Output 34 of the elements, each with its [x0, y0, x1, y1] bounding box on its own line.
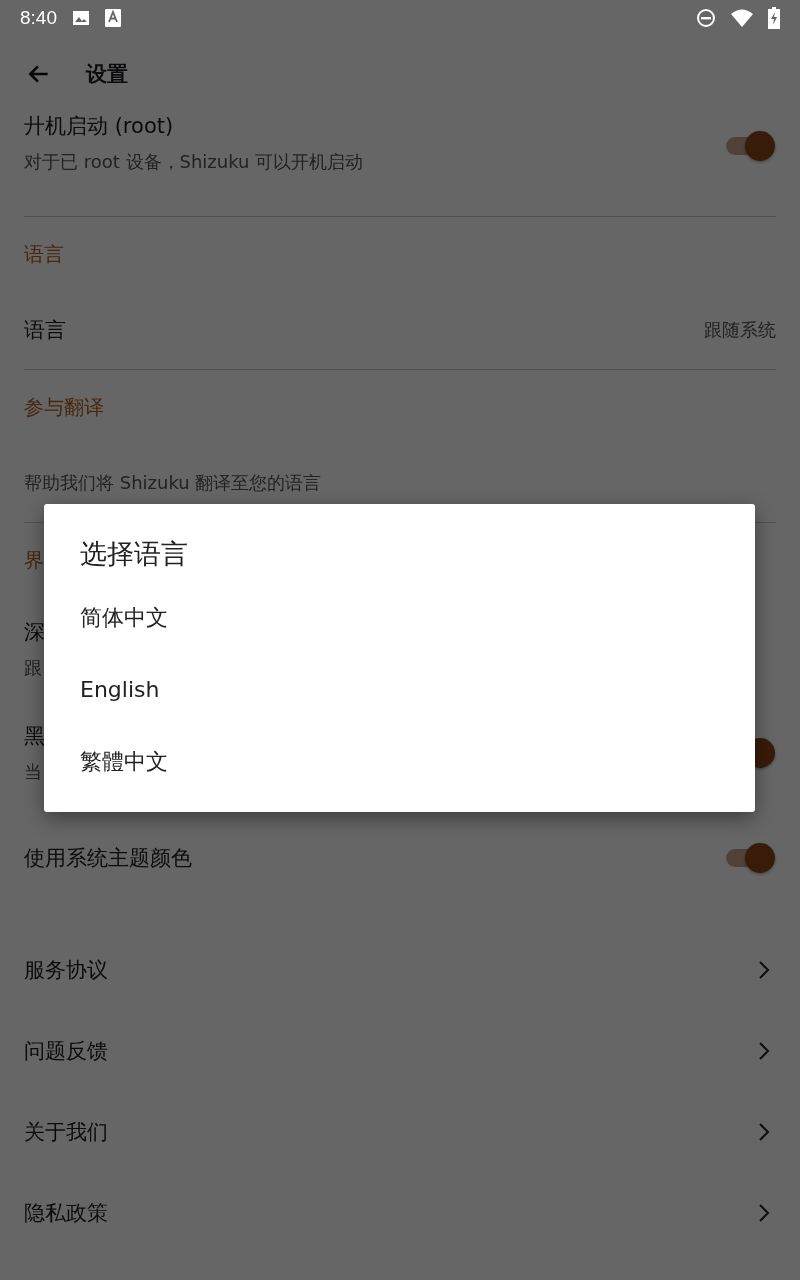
setting-summary: 帮助我们将 Shizuku 翻译至您的语言: [24, 471, 322, 495]
toggle-switch[interactable]: [724, 130, 776, 162]
section-heading: 界: [24, 546, 44, 574]
toggle-switch[interactable]: [724, 842, 776, 874]
setting-title[interactable]: 廾机启动 (root): [24, 112, 174, 140]
chevron-icon: [758, 959, 770, 980]
status-time: 8:40: [20, 7, 57, 29]
setting-title[interactable]: 语言: [24, 316, 66, 344]
setting-title[interactable]: 深: [24, 618, 45, 646]
setting-title[interactable]: 隐私政策: [24, 1198, 108, 1227]
toolbar-title: 设置: [86, 61, 128, 88]
setting-title[interactable]: 服务协议: [24, 955, 108, 984]
setting-title[interactable]: 关于我们: [24, 1117, 108, 1146]
setting-summary: 跟: [24, 656, 42, 680]
section-heading: 参与翻译: [24, 393, 104, 421]
do-not-disturb-icon: [696, 8, 716, 28]
chevron-icon: [758, 1040, 770, 1061]
font-icon: [105, 8, 121, 28]
setting-summary: 当: [24, 760, 42, 784]
setting-title[interactable]: 使用系统主题颜色: [24, 844, 192, 872]
image-icon: [71, 8, 91, 28]
setting-summary: 对于已 root 设备，Shizuku 可以开机启动: [24, 150, 364, 174]
language-option[interactable]: 繁體中文: [80, 730, 719, 802]
battery-icon: [768, 7, 780, 29]
wifi-icon: [730, 8, 754, 28]
chevron-icon: [758, 1202, 770, 1223]
language-option[interactable]: 简体中文: [80, 586, 719, 658]
setting-title[interactable]: 黑: [24, 722, 45, 750]
setting-title[interactable]: 问题反馈: [24, 1036, 108, 1065]
dialog-title: 选择语言: [80, 537, 189, 571]
chevron-icon: [758, 1121, 770, 1142]
section-heading: 语言: [24, 240, 64, 268]
language-option[interactable]: English: [80, 658, 719, 730]
setting-value: 跟随系统: [704, 318, 776, 342]
